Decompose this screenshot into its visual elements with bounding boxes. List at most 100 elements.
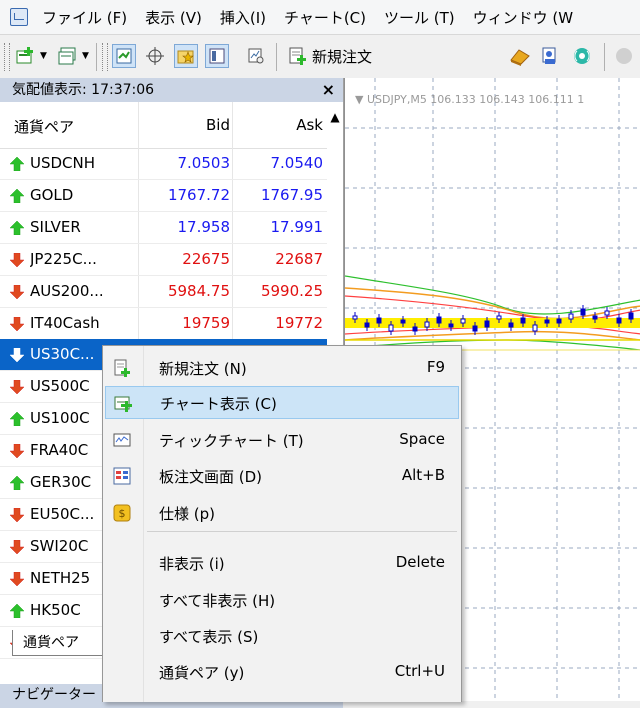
menu-tick-chart[interactable]: ティックチャート (T) Space [105, 424, 459, 457]
symbol-name: JP225C... [30, 249, 97, 268]
menu-new-order[interactable]: 新規注文 (N) F9 [105, 352, 459, 385]
candle-body [388, 324, 394, 332]
arrow-down-icon [10, 252, 24, 267]
toolbar-grip[interactable] [4, 43, 10, 71]
close-icon[interactable]: × [322, 78, 335, 102]
symbol-name: HK50C [30, 600, 81, 619]
menu-bar: ファイル (F) 表示 (V) 挿入(I) チャート(C) ツール (T) ウィ… [0, 0, 640, 34]
symbol-name: FRA40C [30, 441, 89, 460]
metaeditor-button[interactable] [508, 42, 532, 70]
crosshair-button[interactable] [143, 42, 167, 70]
menu-item-shortcut: Delete [395, 553, 445, 571]
context-menu: 新規注文 (N) F9 チャート表示 (C) ティックチャート (T) Space 板注文… [102, 345, 462, 702]
menu-specification[interactable]: $ 仕様 (p) [105, 497, 459, 530]
candle-body [568, 313, 574, 320]
menu-item-label: 通貨ペア (y) [159, 664, 245, 682]
symbol-name: USDCNH [30, 154, 96, 172]
menu-tools[interactable]: ツール (T) [378, 7, 467, 28]
tester-button[interactable] [244, 42, 268, 70]
menu-chart-window[interactable]: チャート表示 (C) [105, 386, 459, 419]
new-chart-button[interactable]: ▼ [14, 42, 47, 70]
menu-item-shortcut: F9 [426, 358, 445, 376]
favorites-icon [174, 44, 198, 68]
table-row[interactable]: SILVER 17.958 17.991 [0, 212, 327, 244]
menu-show-all[interactable]: すべて表示 (S) [105, 620, 459, 653]
new-order-label: 新規注文 [312, 47, 373, 66]
menu-window[interactable]: ウィンドウ (W [467, 7, 585, 28]
bid-value: 7.0503 [177, 154, 231, 172]
table-row[interactable]: GOLD 1767.72 1767.95 [0, 180, 327, 212]
candle-body [592, 315, 598, 320]
header-ask[interactable]: Ask [235, 116, 323, 134]
menu-item-label: 新規注文 (N) [159, 360, 247, 378]
arrow-down-icon [10, 571, 24, 586]
menu-hide[interactable]: 非表示 (i) Delete [105, 547, 459, 580]
menu-insert[interactable]: 挿入(I) [214, 7, 278, 28]
new-order-button[interactable]: 新規注文 [286, 42, 372, 70]
candle-body [508, 322, 514, 328]
menu-depth-of-market[interactable]: 板注文画面 (D) Alt+B [105, 460, 459, 493]
tester-icon [244, 44, 268, 68]
header-bid[interactable]: Bid [140, 116, 230, 134]
symbol-name: US30C... [30, 345, 95, 364]
arrow-down-icon [10, 444, 24, 459]
table-row[interactable]: AUS200... 5984.75 5990.25 [0, 276, 327, 308]
favorites-button[interactable] [174, 42, 198, 70]
candle-body [628, 312, 634, 320]
chart-symbol-label: ▼ USDJPY,M5 106.133 106.143 106.111 1 [355, 93, 584, 106]
candle-body [544, 319, 550, 324]
menu-item-label: 仕様 (p) [159, 505, 215, 523]
arrow-up-icon [10, 603, 24, 618]
menu-symbols[interactable]: 通貨ペア (y) Ctrl+U [105, 656, 459, 689]
bid-value: 5984.75 [167, 281, 230, 300]
toolbar-grip-2[interactable] [102, 43, 108, 71]
chart-collapse-icon[interactable]: ▼ [355, 93, 367, 106]
symbol-name: IT40Cash [30, 313, 100, 332]
arrow-down-icon [10, 348, 24, 363]
candle-body [496, 315, 502, 320]
symbol-name: US500C [30, 377, 90, 396]
candle-body [460, 318, 466, 324]
new-chart-icon [14, 44, 38, 68]
table-row[interactable]: USDCNH 7.0503 7.0540 [0, 148, 327, 180]
radio-button[interactable] [570, 42, 594, 70]
arrow-down-icon [10, 380, 24, 395]
bid-value: 22675 [182, 249, 230, 268]
symbol-name: GER30C [30, 473, 92, 491]
toolbar: ▼ ▼ 新規注文 [0, 34, 640, 80]
profiles-icon [56, 44, 80, 68]
overflow-button[interactable] [612, 42, 636, 70]
menu-file[interactable]: ファイル (F) [36, 7, 139, 28]
candle-body [448, 323, 454, 328]
auto-scroll-button[interactable] [112, 42, 136, 70]
menu-charts[interactable]: チャート(C) [278, 7, 378, 28]
chart-info-text: USDJPY,M5 106.133 106.143 106.111 1 [366, 93, 585, 106]
candle-body [580, 308, 586, 316]
table-row[interactable]: IT40Cash 19759 19772 [0, 308, 327, 340]
symbol-name: NETH25 [30, 568, 91, 587]
menu-hide-all[interactable]: すべて非表示 (H) [105, 584, 459, 617]
scroll-up-arrow-icon[interactable]: ▲ [327, 102, 343, 132]
signals-button[interactable] [538, 42, 562, 70]
market-watch-header: 通貨ペア Bid Ask [0, 102, 327, 149]
app-chart-icon[interactable] [10, 8, 28, 26]
candle-body [532, 324, 538, 332]
menu-item-label: 板注文画面 (D) [159, 468, 263, 486]
symbol-name: SWI20C [30, 536, 89, 555]
arrow-down-icon [10, 316, 24, 331]
bid-value: 1767.72 [167, 185, 230, 204]
market-watch-titlebar[interactable]: 気配値表示: 17:37:06 × [0, 78, 343, 102]
ask-value: 19772 [275, 313, 323, 332]
menu-separator [147, 531, 457, 532]
table-row[interactable]: JP225C... 22675 22687 [0, 244, 327, 276]
metaeditor-icon [508, 44, 532, 68]
overflow-icon [612, 44, 636, 68]
data-window-button[interactable] [205, 42, 229, 70]
bid-value: 19759 [182, 313, 230, 332]
profiles-button[interactable]: ▼ [56, 42, 89, 70]
menu-item-shortcut: Ctrl+U [394, 662, 445, 680]
new-order-icon [286, 44, 310, 68]
menu-view[interactable]: 表示 (V) [139, 7, 214, 28]
header-symbol[interactable]: 通貨ペア [14, 116, 74, 137]
tab-symbols[interactable]: 通貨ペア [12, 630, 104, 656]
